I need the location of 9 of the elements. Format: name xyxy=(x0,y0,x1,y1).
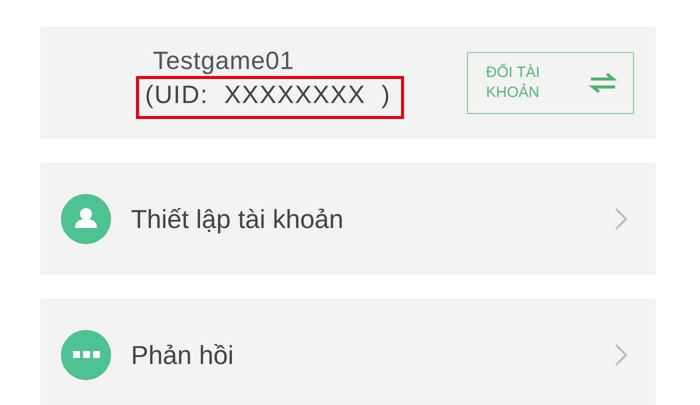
account-name: Testgame01 xyxy=(153,47,294,76)
menu-item[interactable]: Phản hồi xyxy=(40,299,656,405)
user-id: (UID: XXXXXXXX ) xyxy=(136,76,404,119)
swap-icon xyxy=(589,73,617,93)
menu-item[interactable]: Thiết lập tài khoản xyxy=(40,163,656,275)
chevron-icon xyxy=(614,207,628,231)
person-icon xyxy=(61,194,111,244)
chevron-icon xyxy=(614,343,628,367)
more-icon xyxy=(61,330,111,380)
